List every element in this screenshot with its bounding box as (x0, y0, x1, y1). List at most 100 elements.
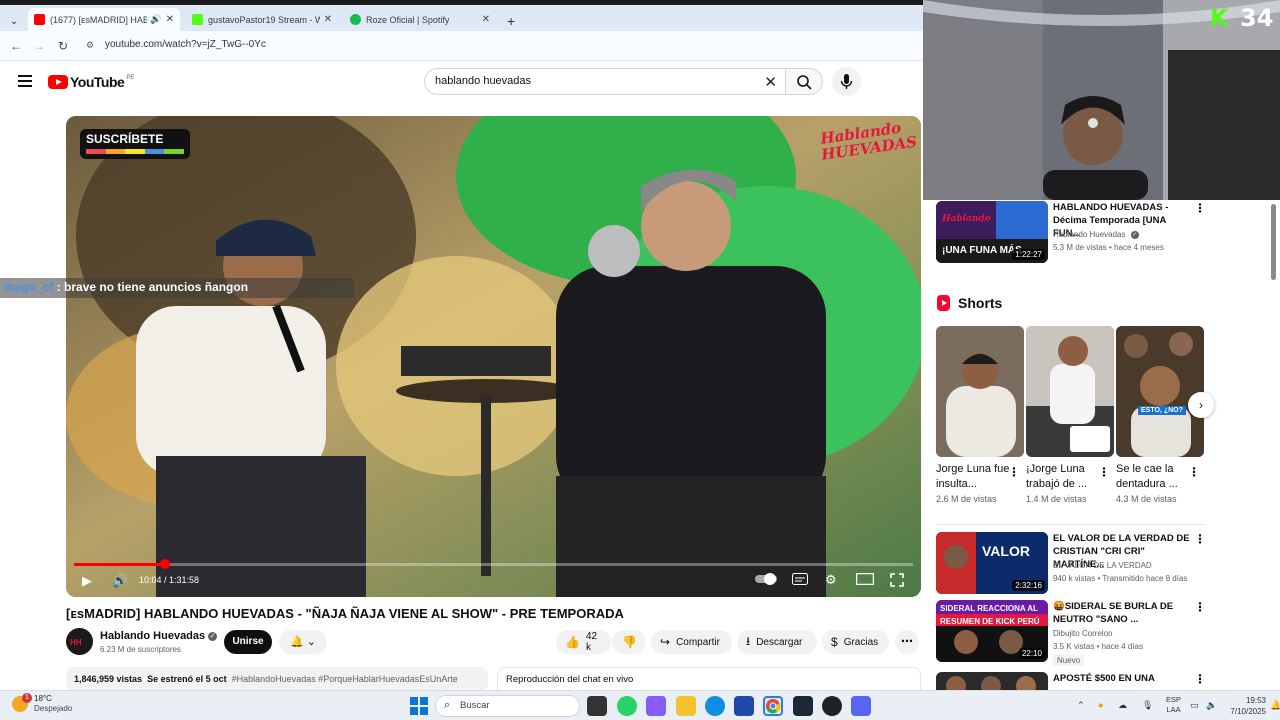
tab-close-icon[interactable]: ✕ (166, 14, 174, 25)
youtube-logo[interactable]: YouTube PE (48, 74, 134, 90)
whatsapp-icon[interactable] (617, 696, 637, 716)
video-thumbnail[interactable]: ¡UNA FUNA MÁS Hablando 1:22:27 (936, 201, 1048, 263)
search-input[interactable] (435, 75, 755, 87)
thanks-button[interactable]: $ Gracias (822, 630, 889, 654)
short-thumbnail[interactable] (1026, 326, 1114, 457)
youtube-play-icon (48, 75, 68, 89)
chat-replay-panel[interactable]: Reproducción del chat en vivo (497, 667, 921, 691)
video-title[interactable]: 🤬SIDERAL SE BURLA DE NEUTRO "SANO ... (1053, 600, 1193, 626)
autoplay-toggle-icon[interactable] (755, 573, 779, 588)
short-title[interactable]: ¡Jorge Luna trabajó de ... (1026, 462, 1100, 492)
short-thumbnail[interactable]: ESTO, ¿NO? (1116, 326, 1204, 457)
tray-mic-icon[interactable]: 🎙 (1142, 700, 1153, 711)
obs-icon[interactable] (822, 696, 842, 716)
channel-name[interactable]: Hablando Huevadas ✓ (100, 630, 218, 642)
tab-kick[interactable]: gustavoPastor19 Stream - Watch ✕ (186, 8, 338, 31)
file-explorer-icon[interactable] (676, 696, 696, 716)
task-view-icon[interactable] (587, 696, 607, 716)
tab-search-chevron-icon[interactable]: ⌄ (6, 14, 22, 30)
channel-name-text[interactable]: Hablando Huevadas (1053, 230, 1126, 239)
recommended-video[interactable]: VALOR 2:32:16 EL VALOR DE LA VERDAD DE C… (936, 532, 1211, 594)
scrollbar-thumb[interactable] (1271, 204, 1276, 280)
copilot-icon[interactable] (646, 696, 666, 716)
subtitles-icon[interactable] (792, 573, 808, 588)
system-clock[interactable]: 19:53 7/10/2025 (1222, 695, 1266, 717)
fullscreen-icon[interactable] (890, 573, 904, 590)
forward-arrow-icon[interactable]: → (31, 38, 47, 54)
hamburger-menu-icon[interactable] (18, 75, 32, 90)
search-button[interactable] (785, 68, 823, 95)
chevron-right-icon[interactable]: › (1188, 392, 1214, 418)
channel-name-text[interactable]: Hablando Huevadas (100, 630, 205, 642)
notifications-button[interactable]: 🔔 ⌄ (279, 630, 327, 654)
channel-name[interactable]: Dibujito Correlon (1053, 629, 1113, 638)
short-card[interactable]: Jorge Luna fue insulta... 2.6 M de vista… (936, 326, 1024, 504)
chrome-icon[interactable] (763, 696, 783, 716)
network-icon[interactable]: ▭ (1190, 700, 1199, 711)
video-thumbnail[interactable] (936, 672, 1048, 690)
tab-youtube[interactable]: (1677) [ᴇsMADRID] HABLANDO 🔊 ✕ (28, 8, 180, 31)
short-card[interactable]: ¡Jorge Luna trabajó de ... 1.4 M de vist… (1026, 326, 1114, 504)
recommended-video[interactable]: APOSTÉ $500 EN UNA ⋮ (936, 672, 1211, 690)
edge-browser-icon[interactable] (705, 696, 725, 716)
more-options-icon[interactable]: ⋮ (1008, 465, 1020, 479)
like-button[interactable]: 👍 42 k (556, 630, 611, 654)
new-tab-plus-icon[interactable]: + (507, 13, 515, 29)
language-indicator[interactable]: ESP LAA (1166, 695, 1181, 715)
tray-cloud-icon[interactable]: ☁ (1118, 700, 1127, 711)
short-thumbnail[interactable] (936, 326, 1024, 457)
theater-mode-icon[interactable] (855, 572, 875, 588)
download-button[interactable]: ⭳ Descargar (737, 630, 817, 654)
video-progress-bar[interactable] (74, 559, 913, 569)
play-icon[interactable]: ▶ (82, 573, 92, 589)
tray-app-icon[interactable]: ● (1098, 700, 1103, 710)
tab-spotify[interactable]: Roze Oficial | Spotify ✕ (344, 8, 496, 31)
tray-chevron-up-icon[interactable]: ⌃ (1077, 700, 1085, 711)
channel-avatar[interactable]: HH (66, 628, 93, 655)
more-options-icon[interactable]: ⋮ (1194, 672, 1206, 686)
recommended-video[interactable]: SIDERAL REACCIONA AL RESUMEN DE KICK PERÚ… (936, 600, 1211, 666)
short-title[interactable]: Se le cae la dentadura ... (1116, 462, 1190, 492)
share-button[interactable]: ↪ Compartir (651, 630, 732, 654)
clear-search-icon[interactable]: ✕ (764, 73, 777, 91)
channel-name[interactable]: EL VALOR DE LA VERDAD (1053, 561, 1152, 570)
settings-gear-icon[interactable]: ⚙ (825, 572, 837, 588)
video-thumbnail[interactable]: SIDERAL REACCIONA AL RESUMEN DE KICK PERÚ… (936, 600, 1048, 662)
description-box[interactable]: 1,846,959 vistas Se estrenó el 5 oct #Ha… (66, 667, 488, 691)
weather-widget[interactable]: 1 18°C Despejado (12, 693, 72, 714)
reload-icon[interactable]: ↻ (55, 38, 71, 54)
short-title[interactable]: Jorge Luna fue insulta... (936, 462, 1010, 492)
volume-icon[interactable]: 🔈 (1206, 700, 1217, 711)
taskbar-search[interactable]: ⌕ Buscar (435, 695, 580, 717)
volume-icon[interactable]: 🔊 (112, 573, 128, 589)
steam-icon[interactable] (793, 696, 813, 716)
short-card[interactable]: ESTO, ¿NO? Se le cae la dentadura ... 4.… (1116, 326, 1204, 504)
more-actions-icon[interactable]: ⋯ (895, 630, 919, 654)
join-button[interactable]: Unirse (224, 630, 272, 654)
windows-start-icon[interactable] (410, 697, 428, 715)
back-arrow-icon[interactable]: ← (8, 38, 24, 54)
dislike-button[interactable]: 👎 (612, 630, 646, 654)
recommended-video[interactable]: ¡UNA FUNA MÁS Hablando 1:22:27 HABLANDO H… (936, 201, 1211, 263)
more-options-icon[interactable]: ⋮ (1194, 600, 1206, 614)
video-title[interactable]: APOSTÉ $500 EN UNA (1053, 672, 1193, 685)
more-options-icon[interactable]: ⋮ (1098, 465, 1110, 479)
more-options-icon[interactable]: ⋮ (1194, 201, 1206, 215)
tab-close-icon[interactable]: ✕ (482, 14, 490, 25)
notification-bell-icon[interactable]: 🔔 (1270, 700, 1280, 711)
discord-icon[interactable] (851, 696, 871, 716)
speaker-icon[interactable]: 🔊 (150, 14, 161, 25)
more-options-icon[interactable]: ⋮ (1188, 465, 1200, 479)
more-options-icon[interactable]: ⋮ (1194, 532, 1206, 546)
voice-search-button[interactable] (832, 67, 861, 96)
hashtags[interactable]: #HablandoHuevadas #PorqueHablarHuevadasE… (232, 674, 458, 684)
search-box[interactable]: ✕ (424, 68, 786, 95)
microsoft-store-icon[interactable] (734, 696, 754, 716)
tab-close-icon[interactable]: ✕ (324, 14, 332, 25)
channel-name[interactable]: Hablando Huevadas ✓ (1053, 230, 1139, 239)
video-thumbnail[interactable]: VALOR 2:32:16 (936, 532, 1048, 594)
site-info-icon[interactable]: ⚙ (86, 40, 94, 51)
video-player[interactable] (66, 116, 921, 597)
url-field[interactable]: youtube.com/watch?v=jZ_TwG--0Yc (105, 39, 266, 50)
video-title: [ᴇsMADRID] HABLANDO HUEVADAS - "ÑAJA ÑAJ… (66, 606, 624, 621)
